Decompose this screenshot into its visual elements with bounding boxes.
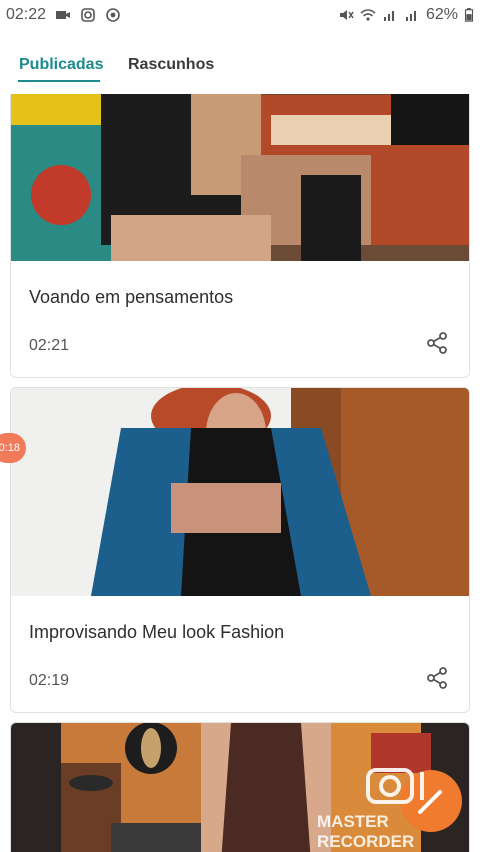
instagram-icon [81,8,95,22]
tab-bar: Publicadas Rascunhos [0,30,480,94]
video-thumbnail[interactable] [11,388,469,596]
status-bar-right: 62% [338,6,480,24]
video-list[interactable]: Voando em pensamentos 02:21 Improvisando… [0,94,480,852]
share-icon[interactable] [425,331,449,355]
video-card[interactable]: Improvisando Meu look Fashion 02:19 [10,387,470,713]
status-bar-left: 02:22 [0,6,121,24]
share-icon[interactable] [425,666,449,690]
video-camera-icon [366,768,424,804]
wifi-icon [360,9,376,21]
battery-level: 62% [425,6,458,23]
tab-publicadas[interactable]: Publicadas [19,56,103,74]
status-bar: 02:22 62% [0,0,480,30]
chrome-icon [106,8,120,22]
signal-icon-2 [405,11,416,21]
video-duration: 02:19 [29,672,70,689]
tab-rascunhos[interactable]: Rascunhos [128,56,214,74]
signal-icon [383,11,394,21]
video-card[interactable]: Voando em pensamentos 02:21 [10,94,470,378]
video-thumbnail[interactable] [11,94,469,261]
recording-timer: 00:18 [0,442,20,454]
video-title[interactable]: Voando em pensamentos [29,287,233,308]
active-tab-indicator [18,80,100,82]
watermark-text: MASTER RECORDER [317,812,415,851]
video-title[interactable]: Improvisando Meu look Fashion [29,622,284,643]
mute-icon [339,10,354,20]
battery-icon [464,8,474,22]
video-camera-icon [56,11,71,19]
video-duration: 02:21 [29,337,70,354]
status-time: 02:22 [6,6,47,23]
